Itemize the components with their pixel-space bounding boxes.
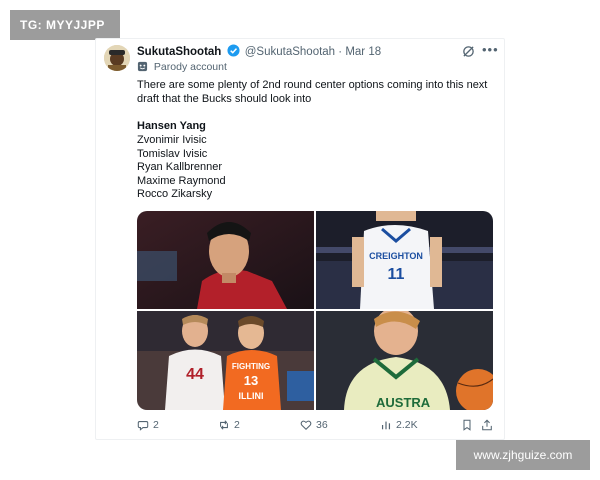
photo3-right-number: 13 (244, 373, 258, 388)
media-grid: CREIGHTON 11 44 FIGHTING 13 ILLINI AUSTR… (137, 211, 493, 410)
repost-count: 2 (234, 419, 240, 431)
display-name[interactable]: SukutaShootah (137, 46, 221, 58)
tweet-actions: 2 2 36 2.2K (137, 419, 493, 435)
views-button[interactable]: 2.2K (380, 419, 418, 431)
player-name: Zvonimir Ivisic (137, 134, 207, 146)
players-list: Zvonimir Ivisic Tomislav Ivisic Ryan Kal… (137, 134, 226, 202)
players-heading: Hansen Yang (137, 120, 206, 132)
watermark-top: TG: MYYJJPP (10, 10, 120, 40)
repost-button[interactable]: 2 (218, 419, 240, 431)
parody-mask-icon (137, 61, 148, 72)
photo-australia-player[interactable]: AUSTRA (316, 311, 493, 410)
photo4-jersey-text: AUSTRA (376, 395, 431, 410)
watermark-bottom: www.zjhguize.com (456, 440, 590, 470)
share-button[interactable] (481, 419, 497, 431)
player-name: Ryan Kallbrenner (137, 161, 222, 173)
photo-creighton-player[interactable]: CREIGHTON 11 (316, 211, 493, 309)
player-name: Maxime Raymond (137, 174, 226, 187)
handle[interactable]: @SukutaShootah (245, 46, 335, 58)
more-icon[interactable]: ••• (482, 42, 499, 57)
bookmark-button[interactable] (461, 419, 477, 431)
tweet-text: There are some plenty of 2nd round cente… (137, 79, 488, 105)
like-count: 36 (316, 419, 328, 431)
views-count: 2.2K (396, 419, 418, 431)
bookmark-icon (463, 419, 471, 431)
photo3-right-text-2: ILLINI (239, 391, 264, 401)
reply-button[interactable]: 2 (137, 419, 159, 431)
photo-hansen-yang[interactable] (137, 211, 314, 309)
parody-label-text: Parody account (153, 61, 227, 73)
photo-ivisic-twins[interactable]: 44 FIGHTING 13 ILLINI (137, 311, 314, 410)
reply-count: 2 (153, 419, 159, 431)
post-date[interactable]: Mar 18 (345, 46, 381, 58)
photo3-right-text-1: FIGHTING (232, 362, 270, 371)
share-icon (482, 419, 492, 431)
photo3-left-number: 44 (186, 366, 204, 383)
verified-icon (227, 44, 240, 57)
photo2-jersey-number: 11 (388, 266, 405, 283)
player-name: Rocco Zikarsky (137, 188, 213, 200)
avatar[interactable] (104, 45, 130, 71)
parody-label: Parody account (137, 61, 227, 73)
grok-icon[interactable] (462, 45, 475, 58)
repost-icon (220, 420, 228, 430)
separator-dot: · (338, 46, 343, 58)
tweet-card: SukutaShootah @SukutaShootah · Mar 18 ••… (95, 38, 505, 440)
like-icon (300, 420, 312, 431)
player-name: Tomislav Ivisic (137, 147, 208, 160)
tweet-header: SukutaShootah @SukutaShootah · Mar 18 (137, 44, 381, 60)
photo2-jersey-text: CREIGHTON (369, 251, 423, 261)
views-icon (381, 421, 391, 430)
like-button[interactable]: 36 (300, 419, 328, 431)
reply-icon (137, 421, 149, 431)
